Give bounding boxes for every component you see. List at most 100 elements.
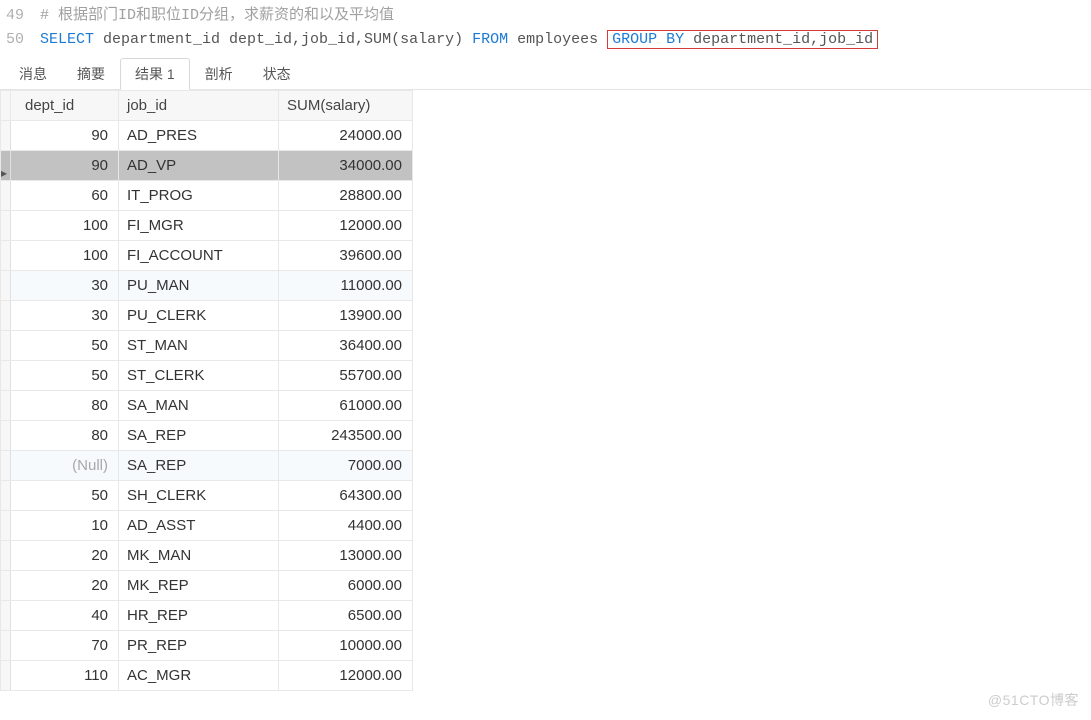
cell-job[interactable]: SA_REP bbox=[119, 451, 279, 481]
table-row[interactable]: 30PU_MAN11000.00 bbox=[1, 271, 413, 301]
col-header-sum[interactable]: SUM(salary) bbox=[279, 91, 413, 121]
table-row[interactable]: 50ST_CLERK55700.00 bbox=[1, 361, 413, 391]
cell-job[interactable]: AD_PRES bbox=[119, 121, 279, 151]
sql-editor[interactable]: 49# 根据部门ID和职位ID分组，求薪资的和以及平均值50SELECT dep… bbox=[0, 0, 1091, 60]
cell-job[interactable]: PU_CLERK bbox=[119, 301, 279, 331]
tab-摘要[interactable]: 摘要 bbox=[62, 58, 120, 89]
cell-dept[interactable]: 20 bbox=[11, 571, 119, 601]
tab-消息[interactable]: 消息 bbox=[4, 58, 62, 89]
row-gutter[interactable] bbox=[1, 481, 11, 511]
table-row[interactable]: 40HR_REP6500.00 bbox=[1, 601, 413, 631]
cell-job[interactable]: HR_REP bbox=[119, 601, 279, 631]
row-gutter[interactable] bbox=[1, 271, 11, 301]
cell-sum[interactable]: 39600.00 bbox=[279, 241, 413, 271]
cell-job[interactable]: PU_MAN bbox=[119, 271, 279, 301]
col-header-dept[interactable]: dept_id bbox=[11, 91, 119, 121]
row-gutter[interactable] bbox=[1, 451, 11, 481]
cell-dept[interactable]: 80 bbox=[11, 391, 119, 421]
cell-job[interactable]: AC_MGR bbox=[119, 661, 279, 691]
tab-结果 1[interactable]: 结果 1 bbox=[120, 58, 190, 90]
cell-sum[interactable]: 10000.00 bbox=[279, 631, 413, 661]
cell-sum[interactable]: 28800.00 bbox=[279, 181, 413, 211]
cell-dept[interactable]: 50 bbox=[11, 331, 119, 361]
table-row[interactable]: 20MK_REP6000.00 bbox=[1, 571, 413, 601]
tab-剖析[interactable]: 剖析 bbox=[190, 58, 248, 89]
cell-dept[interactable]: 70 bbox=[11, 631, 119, 661]
table-row[interactable]: 60IT_PROG28800.00 bbox=[1, 181, 413, 211]
cell-sum[interactable]: 55700.00 bbox=[279, 361, 413, 391]
cell-job[interactable]: SA_REP bbox=[119, 421, 279, 451]
cell-dept[interactable]: 80 bbox=[11, 421, 119, 451]
cell-sum[interactable]: 243500.00 bbox=[279, 421, 413, 451]
cell-sum[interactable]: 6000.00 bbox=[279, 571, 413, 601]
cell-dept[interactable]: 90 bbox=[11, 121, 119, 151]
tab-状态[interactable]: 状态 bbox=[248, 58, 306, 89]
cell-job[interactable]: FI_MGR bbox=[119, 211, 279, 241]
row-gutter[interactable] bbox=[1, 361, 11, 391]
table-row[interactable]: 100FI_MGR12000.00 bbox=[1, 211, 413, 241]
table-row[interactable]: 30PU_CLERK13900.00 bbox=[1, 301, 413, 331]
table-row[interactable]: 10AD_ASST4400.00 bbox=[1, 511, 413, 541]
row-gutter[interactable] bbox=[1, 331, 11, 361]
table-row[interactable]: 90AD_PRES24000.00 bbox=[1, 121, 413, 151]
row-gutter[interactable] bbox=[1, 421, 11, 451]
cell-sum[interactable]: 4400.00 bbox=[279, 511, 413, 541]
table-row[interactable]: 70PR_REP10000.00 bbox=[1, 631, 413, 661]
cell-dept[interactable]: 60 bbox=[11, 181, 119, 211]
row-gutter[interactable] bbox=[1, 541, 11, 571]
cell-job[interactable]: PR_REP bbox=[119, 631, 279, 661]
cell-sum[interactable]: 13900.00 bbox=[279, 301, 413, 331]
row-gutter[interactable] bbox=[1, 391, 11, 421]
table-row[interactable]: 80SA_REP243500.00 bbox=[1, 421, 413, 451]
table-row[interactable]: 50ST_MAN36400.00 bbox=[1, 331, 413, 361]
table-row[interactable]: 20MK_MAN13000.00 bbox=[1, 541, 413, 571]
table-row[interactable]: 50SH_CLERK64300.00 bbox=[1, 481, 413, 511]
row-gutter[interactable] bbox=[1, 181, 11, 211]
cell-sum[interactable]: 24000.00 bbox=[279, 121, 413, 151]
cell-job[interactable]: AD_ASST bbox=[119, 511, 279, 541]
cell-dept[interactable]: 30 bbox=[11, 271, 119, 301]
cell-dept[interactable]: 40 bbox=[11, 601, 119, 631]
cell-job[interactable]: FI_ACCOUNT bbox=[119, 241, 279, 271]
cell-job[interactable]: IT_PROG bbox=[119, 181, 279, 211]
table-row[interactable]: 110AC_MGR12000.00 bbox=[1, 661, 413, 691]
table-row[interactable]: 100FI_ACCOUNT39600.00 bbox=[1, 241, 413, 271]
cell-sum[interactable]: 12000.00 bbox=[279, 211, 413, 241]
row-gutter[interactable] bbox=[1, 661, 11, 691]
cell-sum[interactable]: 13000.00 bbox=[279, 541, 413, 571]
cell-job[interactable]: SH_CLERK bbox=[119, 481, 279, 511]
cell-sum[interactable]: 6500.00 bbox=[279, 601, 413, 631]
row-gutter[interactable] bbox=[1, 241, 11, 271]
row-gutter[interactable] bbox=[1, 631, 11, 661]
cell-job[interactable]: MK_REP bbox=[119, 571, 279, 601]
cell-sum[interactable]: 64300.00 bbox=[279, 481, 413, 511]
cell-sum[interactable]: 7000.00 bbox=[279, 451, 413, 481]
row-gutter[interactable] bbox=[1, 301, 11, 331]
col-header-job[interactable]: job_id bbox=[119, 91, 279, 121]
cell-dept[interactable]: 30 bbox=[11, 301, 119, 331]
row-gutter[interactable] bbox=[1, 601, 11, 631]
cell-dept[interactable]: 50 bbox=[11, 361, 119, 391]
results-grid[interactable]: dept_id job_id SUM(salary) 90AD_PRES2400… bbox=[0, 90, 413, 691]
cell-dept[interactable]: 10 bbox=[11, 511, 119, 541]
row-gutter[interactable] bbox=[1, 571, 11, 601]
cell-dept[interactable]: 110 bbox=[11, 661, 119, 691]
row-gutter[interactable] bbox=[1, 211, 11, 241]
cell-job[interactable]: MK_MAN bbox=[119, 541, 279, 571]
cell-dept[interactable]: 100 bbox=[11, 241, 119, 271]
row-gutter[interactable] bbox=[1, 511, 11, 541]
cell-dept[interactable]: 50 bbox=[11, 481, 119, 511]
cell-sum[interactable]: 11000.00 bbox=[279, 271, 413, 301]
cell-job[interactable]: SA_MAN bbox=[119, 391, 279, 421]
table-row[interactable]: 80SA_MAN61000.00 bbox=[1, 391, 413, 421]
cell-job[interactable]: AD_VP bbox=[119, 151, 279, 181]
cell-dept[interactable]: 100 bbox=[11, 211, 119, 241]
cell-dept[interactable]: 20 bbox=[11, 541, 119, 571]
code-line[interactable]: 50SELECT department_id dept_id,job_id,SU… bbox=[0, 28, 1091, 52]
row-gutter[interactable] bbox=[1, 121, 11, 151]
cell-dept[interactable]: 90 bbox=[11, 151, 119, 181]
cell-sum[interactable]: 61000.00 bbox=[279, 391, 413, 421]
cell-sum[interactable]: 34000.00 bbox=[279, 151, 413, 181]
table-row[interactable]: (Null)SA_REP7000.00 bbox=[1, 451, 413, 481]
code-line[interactable]: 49# 根据部门ID和职位ID分组，求薪资的和以及平均值 bbox=[0, 4, 1091, 28]
